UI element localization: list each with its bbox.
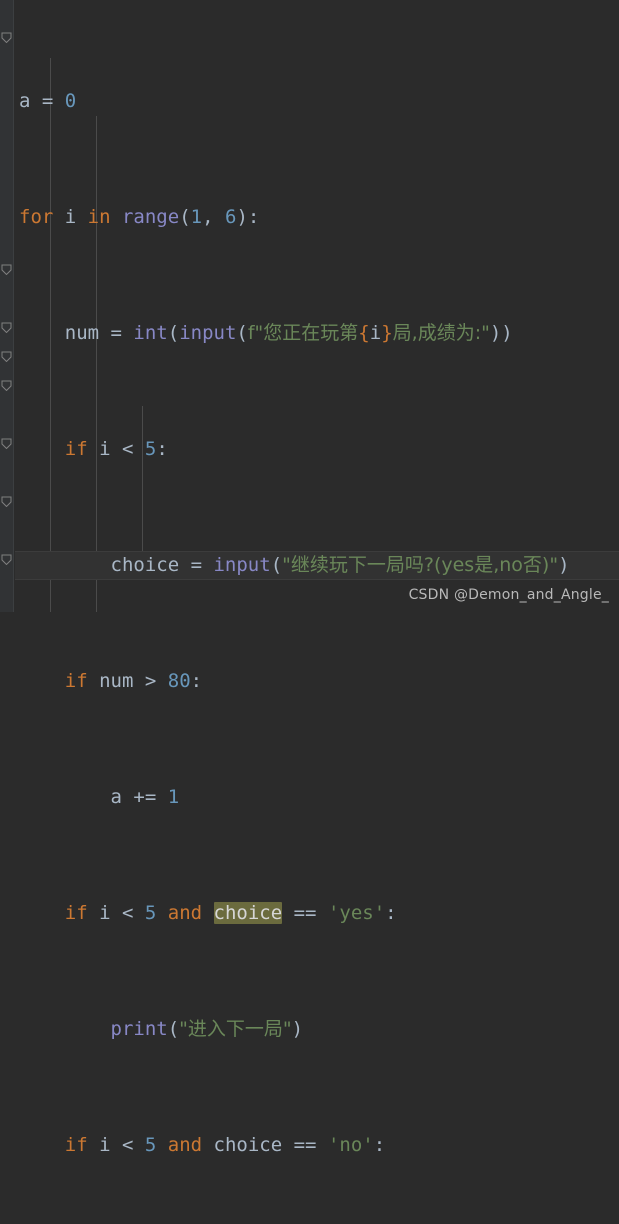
fold-marker-icon[interactable]: [1, 351, 12, 362]
token-operator: ==: [282, 902, 328, 924]
watermark: CSDN @Demon_and_Angle_: [408, 587, 609, 603]
token-punctuation: ,: [202, 206, 225, 228]
token-identifier: num: [87, 670, 145, 692]
token-identifier: a: [19, 90, 31, 112]
code-line[interactable]: if i < 5 and choice == 'yes':: [15, 899, 619, 928]
code-line[interactable]: a += 1: [15, 783, 619, 812]
token-function: range: [110, 206, 180, 228]
token-function: input: [213, 554, 271, 576]
code-text[interactable]: a = 0 for i in range(1, 6): num = int(in…: [15, 0, 619, 1224]
token-punctuation: (: [236, 322, 248, 344]
token-identifier: choice: [213, 1134, 283, 1156]
token-operator: ==: [282, 1134, 328, 1156]
token-operator: <: [121, 438, 145, 460]
token-punctuation: (: [167, 322, 180, 344]
code-line[interactable]: if num > 80:: [15, 667, 619, 696]
token-string: 局,成绩为:": [392, 322, 490, 344]
token-identifier: a: [110, 786, 122, 808]
token-keyword: if: [64, 1134, 88, 1156]
fold-marker-icon[interactable]: [1, 438, 12, 449]
token-number: 1: [190, 206, 203, 228]
token-keyword: and: [156, 902, 214, 924]
code-line[interactable]: for i in range(1, 6):: [15, 203, 619, 232]
token-string: "继续玩下一局吗?(yes是,no否)": [282, 554, 559, 576]
token-identifier: i: [87, 1134, 122, 1156]
token-identifier: choice: [110, 554, 180, 576]
code-line[interactable]: if i < 5:: [15, 435, 619, 464]
token-operator: <: [121, 902, 145, 924]
token-fstring-brace: }: [381, 322, 393, 344]
token-keyword: if: [64, 670, 88, 692]
token-function: int: [133, 322, 168, 344]
token-operator: =: [179, 554, 214, 576]
token-identifier: i: [87, 438, 122, 460]
fold-marker-icon[interactable]: [1, 264, 12, 275]
fold-marker-icon[interactable]: [1, 496, 12, 507]
token-identifier: i: [87, 902, 122, 924]
token-number: 5: [144, 438, 157, 460]
token-punctuation: ): [558, 554, 570, 576]
token-operator: +=: [121, 786, 168, 808]
token-keyword: if: [64, 902, 88, 924]
fold-marker-icon[interactable]: [1, 380, 12, 391]
token-punctuation: (: [270, 554, 283, 576]
token-punctuation: (: [167, 1018, 180, 1040]
token-operator: =: [30, 90, 65, 112]
token-operator: <: [121, 1134, 145, 1156]
token-fstring-brace: {: [358, 322, 370, 344]
token-function: print: [110, 1018, 168, 1040]
token-keyword: and: [156, 1134, 214, 1156]
token-punctuation: :: [373, 1134, 386, 1156]
editor-gutter[interactable]: [0, 0, 14, 612]
identifier-occurrence-highlight: choice: [213, 902, 283, 924]
token-punctuation: :: [385, 902, 397, 924]
token-string: 'yes': [327, 902, 386, 924]
token-number: 6: [224, 206, 237, 228]
code-line[interactable]: choice = input("继续玩下一局吗?(yes是,no否)"): [15, 551, 619, 580]
token-punctuation: (: [179, 206, 191, 228]
token-punctuation: ): [291, 1018, 304, 1040]
code-surface[interactable]: a = 0 for i in range(1, 6): num = int(in…: [15, 0, 619, 1156]
token-string: f"您正在玩第: [247, 322, 359, 344]
token-number: 5: [144, 1134, 157, 1156]
token-string: "进入下一局": [179, 1018, 292, 1040]
token-number: 80: [167, 670, 191, 692]
token-number: 0: [64, 90, 77, 112]
token-keyword: if: [64, 438, 88, 460]
token-operator: >: [144, 670, 168, 692]
fold-marker-icon[interactable]: [1, 32, 12, 43]
token-punctuation: )): [489, 322, 513, 344]
token-number: 5: [144, 902, 157, 924]
code-line[interactable]: num = int(input(f"您正在玩第{i}局,成绩为:")): [15, 319, 619, 348]
token-punctuation: :: [156, 438, 168, 460]
code-editor[interactable]: a = 0 for i in range(1, 6): num = int(in…: [0, 0, 619, 1156]
fold-marker-icon[interactable]: [1, 554, 12, 565]
token-punctuation: :: [190, 670, 203, 692]
token-operator: =: [99, 322, 134, 344]
token-keyword: in: [87, 206, 111, 228]
token-keyword: for: [19, 206, 54, 228]
token-identifier: i: [53, 206, 88, 228]
token-string: 'no': [327, 1134, 374, 1156]
fold-marker-icon[interactable]: [1, 322, 12, 333]
code-line[interactable]: if i < 5 and choice == 'no':: [15, 1131, 619, 1160]
token-number: 1: [167, 786, 180, 808]
code-line[interactable]: print("进入下一局"): [15, 1015, 619, 1044]
token-punctuation: ):: [236, 206, 260, 228]
token-function: input: [179, 322, 237, 344]
code-line[interactable]: a = 0: [15, 87, 619, 116]
token-identifier: num: [64, 322, 100, 344]
token-fstring-expr: i: [369, 322, 382, 344]
